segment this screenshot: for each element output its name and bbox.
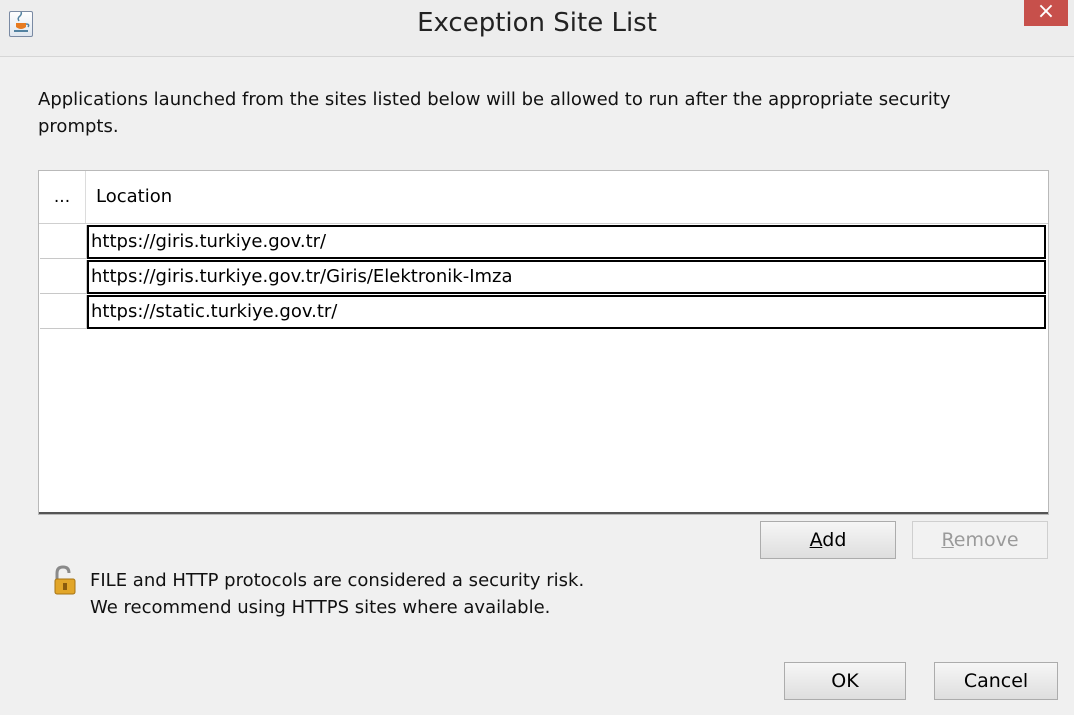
security-warning: FILE and HTTP protocols are considered a… xyxy=(90,567,584,621)
remove-label: emove xyxy=(953,529,1019,551)
column-header-location[interactable]: Location xyxy=(96,171,172,223)
location-cell[interactable]: https://static.turkiye.gov.tr/ xyxy=(87,295,1046,329)
lock-warning-icon xyxy=(52,565,78,597)
warning-line-2: We recommend using HTTPS sites where ava… xyxy=(90,597,551,618)
table-body: https://giris.turkiye.gov.tr/ https://gi… xyxy=(39,225,1048,330)
add-label: dd xyxy=(822,529,847,551)
remove-button[interactable]: Remove xyxy=(912,521,1048,559)
location-cell[interactable]: https://giris.turkiye.gov.tr/ xyxy=(87,225,1046,259)
add-mnemonic: A xyxy=(809,529,823,551)
exception-site-table: ... Location https://giris.turkiye.gov.t… xyxy=(38,170,1049,515)
table-row[interactable]: https://static.turkiye.gov.tr/ xyxy=(39,295,1048,330)
intro-text: Applications launched from the sites lis… xyxy=(38,89,951,137)
location-cell[interactable]: https://giris.turkiye.gov.tr/Giris/Elekt… xyxy=(87,260,1046,294)
remove-mnemonic: R xyxy=(941,529,954,551)
close-icon: × xyxy=(1036,0,1056,24)
row-selector-cell[interactable] xyxy=(40,260,87,294)
row-selector-cell[interactable] xyxy=(40,225,87,259)
add-button[interactable]: Add xyxy=(760,521,896,559)
column-header-select[interactable]: ... xyxy=(39,171,86,223)
table-row[interactable]: https://giris.turkiye.gov.tr/Giris/Elekt… xyxy=(39,260,1048,295)
row-selector-cell[interactable] xyxy=(40,295,87,329)
cancel-button[interactable]: Cancel xyxy=(934,662,1058,700)
window-title: Exception Site List xyxy=(417,8,657,38)
table-row[interactable]: https://giris.turkiye.gov.tr/ xyxy=(39,225,1048,260)
close-button[interactable]: × xyxy=(1024,0,1068,26)
warning-line-1: FILE and HTTP protocols are considered a… xyxy=(90,570,585,591)
title-bar: Exception Site List × xyxy=(0,0,1074,57)
ok-button[interactable]: OK xyxy=(784,662,906,700)
table-header: ... Location xyxy=(39,171,1048,224)
